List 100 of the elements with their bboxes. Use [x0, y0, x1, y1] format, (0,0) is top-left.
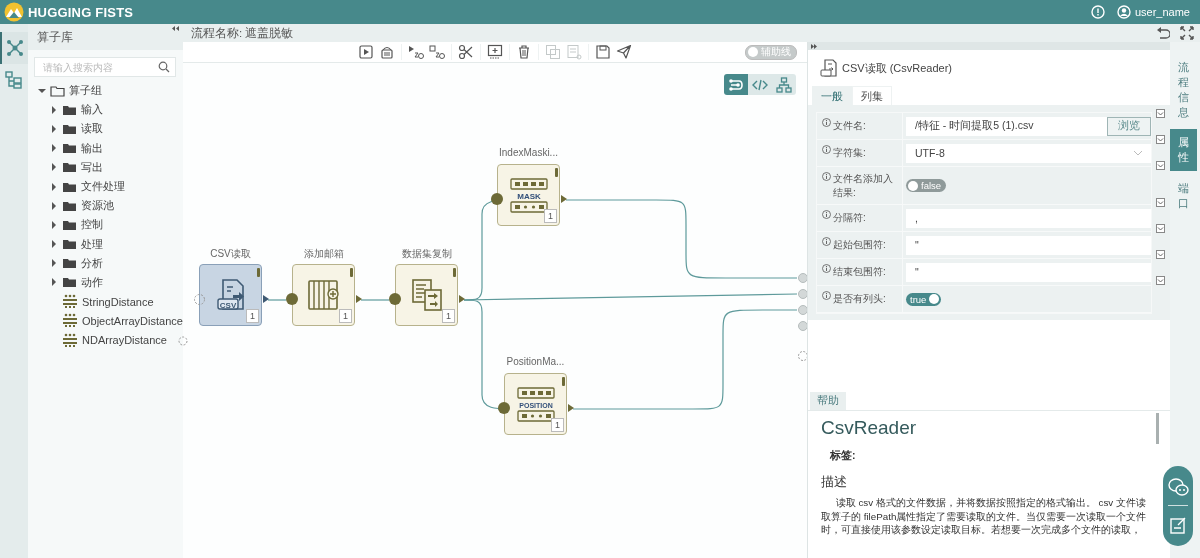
tags-label: 标签: — [830, 449, 857, 463]
help-title: CsvReader — [821, 417, 918, 439]
info-icon — [822, 210, 831, 219]
field-label: 是否有列头: — [833, 292, 886, 306]
tab[interactable]: 一般 — [812, 86, 852, 105]
browse-button[interactable]: 浏览 — [1107, 116, 1151, 136]
count-badge: 1 — [551, 418, 564, 432]
folder-icon — [50, 83, 65, 98]
empty-port-icon — [194, 294, 205, 305]
node-label: PositionMa... — [505, 356, 566, 367]
connector-line — [360, 299, 390, 301]
csv-file-icon — [820, 59, 838, 77]
node-card[interactable]: MASK 1 — [497, 164, 560, 226]
help-tab[interactable]: 帮助 — [810, 392, 846, 410]
view-tab[interactable] — [724, 74, 748, 95]
info-icon — [822, 118, 831, 127]
search-field[interactable]: 请输入搜索内容 — [34, 57, 176, 77]
fullscreen-icon — [1180, 26, 1194, 40]
tree-item[interactable]: 文件处理 — [28, 176, 183, 197]
node-card[interactable]: 1 — [292, 264, 355, 326]
count-badge: 1 — [442, 309, 455, 323]
tree-item[interactable]: ObjectArrayDistance — [28, 311, 183, 331]
tree-item[interactable]: 控制 — [28, 215, 183, 235]
folder-icon — [62, 256, 77, 271]
folder-icon — [62, 160, 77, 175]
scissors-icon[interactable] — [458, 44, 474, 60]
add-port-icon — [178, 336, 188, 346]
text-field[interactable]: , — [906, 208, 1151, 228]
operator-icon — [62, 332, 78, 348]
side-tab[interactable]: 流程信息 — [1170, 54, 1197, 126]
operator-icon — [62, 294, 78, 310]
count-badge: 1 — [246, 309, 259, 323]
save-icon[interactable] — [595, 44, 611, 60]
chevron-icon — [1156, 250, 1165, 259]
text-field[interactable]: " — [906, 262, 1151, 282]
text-field[interactable]: " — [906, 235, 1151, 255]
node-card[interactable]: 1 — [395, 264, 458, 326]
undo-icon — [1156, 26, 1170, 40]
operator-icon — [62, 313, 78, 329]
tree-item[interactable]: StringDistance — [28, 292, 183, 312]
tree-item[interactable]: 算子组 — [28, 81, 183, 101]
user-icon — [1116, 5, 1131, 19]
tree-item[interactable]: 资源池 — [28, 196, 183, 216]
chevron-down-icon — [1133, 150, 1143, 156]
connector-line — [267, 299, 287, 301]
input-port[interactable] — [498, 402, 510, 414]
tree-item[interactable]: 写出 — [28, 157, 183, 177]
info-icon — [822, 291, 831, 300]
hierarchy-icon — [776, 76, 792, 93]
file-path-field[interactable]: /特征 - 时间提取5 (1).csv — [906, 116, 1107, 136]
flow-view-icon — [728, 76, 744, 93]
chevron-icon — [1156, 161, 1165, 170]
tree-item[interactable]: 输入 — [28, 100, 183, 120]
tree-item[interactable]: NDArrayDistance — [28, 330, 183, 350]
folder-icon — [62, 237, 77, 252]
trash-icon[interactable] — [516, 44, 532, 60]
run-from-icon[interactable] — [408, 44, 424, 60]
send-icon[interactable] — [616, 44, 632, 60]
monitor-icon[interactable] — [487, 44, 503, 60]
description-text: 读取 csv 格式的文件数据，并将数据按照指定的格式输出。 csv 文件读取算子的 filePath属性指定了需要读取的文件。当仅需要一次读取一个文件时，可直接使用该参数设定读取目标。若想要一次完成多个文件的读取， — [821, 496, 1148, 537]
input-port[interactable] — [491, 193, 503, 205]
input-port[interactable] — [286, 293, 298, 305]
tree-item[interactable]: 输出 — [28, 138, 183, 158]
chat-icon — [1167, 476, 1189, 496]
flow-name: 流程名称: 遮盖脱敏 — [191, 25, 294, 41]
tree-item[interactable]: 读取 — [28, 119, 183, 139]
charset-dropdown[interactable]: UTF-8 — [906, 143, 1151, 163]
bin-icon[interactable] — [379, 44, 395, 60]
view-tab[interactable] — [748, 74, 772, 95]
play-icon[interactable] — [358, 44, 374, 60]
info-icon — [822, 237, 831, 246]
side-tab[interactable]: 属性 — [1170, 129, 1197, 172]
count-badge: 1 — [339, 309, 352, 323]
view-tab[interactable] — [772, 74, 796, 95]
run-to-icon[interactable] — [429, 44, 445, 60]
side-tab[interactable]: 端口 — [1170, 175, 1197, 217]
table-add-icon — [305, 277, 342, 313]
tree-item[interactable]: 动作 — [28, 272, 183, 293]
node-label: 数据集复制 — [400, 247, 453, 261]
info-icon — [822, 145, 831, 154]
chevron-icon — [1156, 224, 1165, 233]
scrollbar[interactable] — [1156, 413, 1159, 444]
logo-text: HUGGING FISTS — [28, 4, 134, 20]
field-label: 字符集: — [833, 146, 866, 160]
tab[interactable]: 列集 — [852, 86, 892, 105]
tree-item[interactable]: 分析 — [28, 253, 183, 273]
chevron-icon — [1156, 198, 1165, 207]
panel-title: 算子库 — [37, 29, 73, 45]
chevron-icon — [1156, 135, 1165, 144]
node-label: IndexMaski... — [498, 147, 559, 158]
toggle-switch[interactable]: true — [906, 292, 942, 306]
field-label: 分隔符: — [833, 211, 866, 225]
network-icon — [6, 39, 24, 57]
user-name[interactable]: user_name — [1134, 6, 1190, 18]
node-label: 添加邮箱 — [302, 247, 345, 261]
node-card[interactable]: CSV 1 — [199, 264, 262, 326]
tree-item[interactable]: 处理 — [28, 234, 183, 254]
input-port[interactable] — [389, 293, 401, 305]
info-icon — [822, 172, 831, 181]
hierarchy-icon — [5, 71, 23, 89]
